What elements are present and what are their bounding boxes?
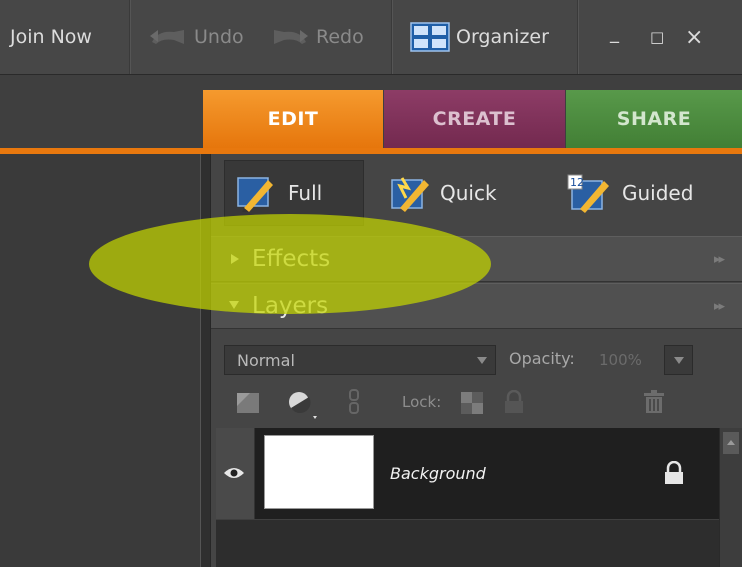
close-window-button[interactable]: × [685, 0, 703, 74]
edit-quick-button[interactable]: Quick [390, 160, 497, 226]
join-now-button[interactable]: Join Now [10, 0, 92, 74]
layers-panel-title: Layers [252, 293, 329, 319]
eye-icon [224, 468, 244, 478]
photoshop-elements-window: Join Now Undo Redo Organizer _ □ × EDIT … [0, 0, 742, 567]
toolbar-separator [129, 0, 130, 74]
blend-mode-value: Normal [237, 350, 295, 370]
redo-label: Redo [316, 26, 364, 48]
trash-icon[interactable] [643, 390, 665, 414]
maximize-icon: □ [650, 28, 665, 46]
minimize-icon: _ [610, 22, 619, 44]
edit-full-button[interactable]: Full [236, 160, 322, 226]
redo-button[interactable]: Redo [270, 0, 364, 74]
chevron-down-icon [477, 357, 487, 364]
triangle-right-icon [231, 254, 239, 264]
new-layer-icon[interactable] [236, 392, 260, 414]
edit-guided-label: Guided [622, 181, 694, 205]
triangle-down-icon [229, 301, 239, 309]
opacity-slider-button[interactable] [664, 345, 693, 375]
expand-double-arrow-icon[interactable]: ▸▸ [714, 252, 725, 267]
chevron-down-icon [674, 357, 684, 364]
panel-divider-handle[interactable] [200, 154, 211, 567]
layer-thumbnail [264, 435, 374, 509]
undo-button[interactable]: Undo [148, 0, 244, 74]
edit-quick-label: Quick [440, 181, 497, 205]
edit-guided-button[interactable]: 12 Guided [566, 160, 693, 226]
lock-icon [665, 461, 683, 484]
toolbar-separator [391, 0, 392, 74]
lock-transparent-pixels-icon[interactable] [461, 392, 483, 414]
svg-text:12: 12 [570, 176, 584, 189]
tab-edit-label: EDIT [267, 108, 319, 130]
adjustment-layer-icon[interactable] [287, 389, 317, 419]
organizer-label: Organizer [456, 26, 549, 48]
scroll-up-button[interactable] [723, 432, 739, 454]
pencil-edit-icon [237, 177, 273, 212]
blend-mode-dropdown[interactable]: Normal [224, 345, 496, 375]
close-icon: × [685, 24, 704, 50]
undo-label: Undo [194, 26, 244, 48]
join-now-label: Join Now [10, 26, 92, 48]
lock-all-icon[interactable] [503, 390, 525, 414]
toolbar-separator [577, 0, 578, 74]
edit-full-label: Full [288, 181, 323, 205]
layer-visibility-toggle[interactable] [216, 428, 255, 519]
tab-share[interactable]: SHARE [566, 90, 742, 148]
chevron-up-icon [727, 440, 735, 445]
organizer-button[interactable]: Organizer [410, 0, 549, 74]
maximize-button[interactable]: □ [650, 0, 664, 74]
layer-name: Background [390, 464, 486, 483]
quick-fix-icon [391, 177, 429, 212]
tab-create[interactable]: CREATE [384, 90, 565, 148]
undo-icon [150, 30, 184, 44]
tab-edit[interactable]: EDIT [203, 90, 383, 148]
redo-icon [274, 30, 308, 44]
top-menu-bar [0, 0, 742, 75]
organizer-grid-icon [410, 22, 450, 52]
opacity-label: Opacity: [509, 348, 575, 368]
tab-share-label: SHARE [616, 108, 692, 130]
guided-edit-icon: 12 [567, 174, 609, 213]
effects-panel-title: Effects [252, 246, 331, 272]
expand-double-arrow-icon[interactable]: ▸▸ [714, 299, 725, 314]
tab-create-label: CREATE [432, 108, 517, 130]
opacity-input[interactable]: 100% [593, 345, 659, 375]
canvas-area [0, 154, 200, 567]
minimize-button[interactable]: _ [610, 0, 619, 74]
lock-label: Lock: [402, 393, 442, 411]
link-layers-icon[interactable] [348, 389, 360, 415]
